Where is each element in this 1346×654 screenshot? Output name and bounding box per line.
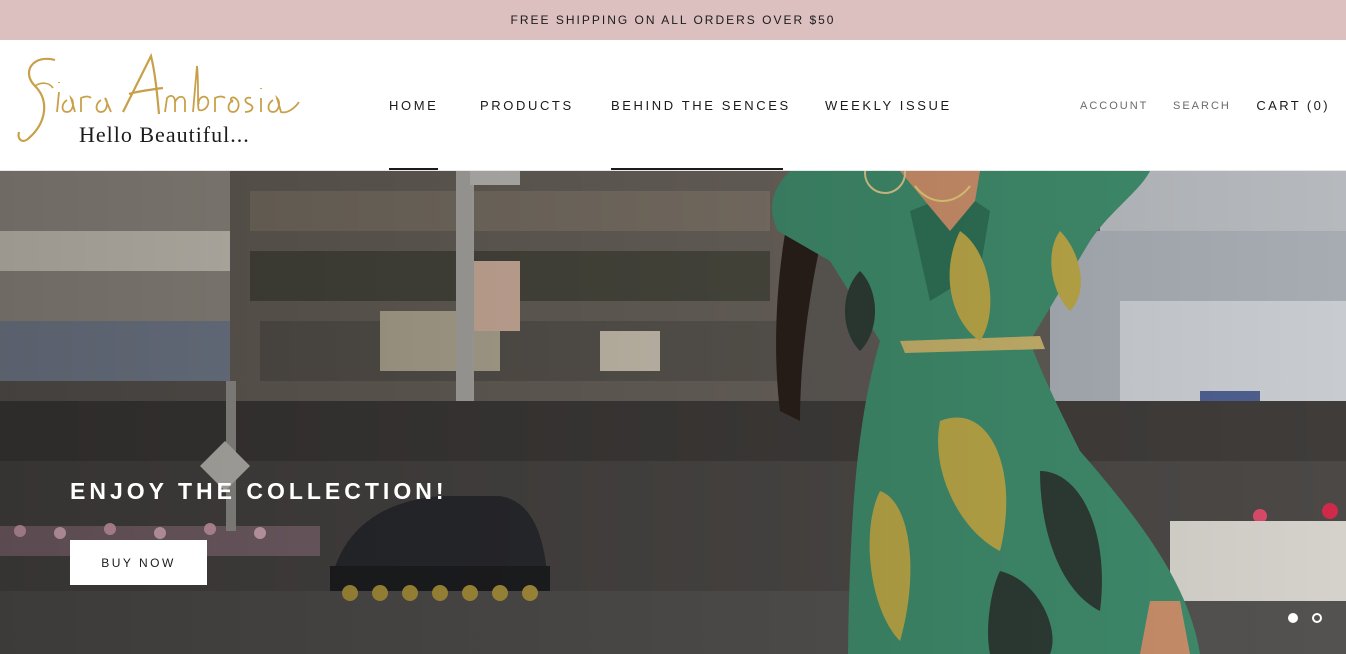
nav-hover-indicator [611,168,783,170]
site-header: Hello Beautiful... HOME PRODUCTS BEHIND … [0,40,1346,171]
announcement-bar: FREE SHIPPING ON ALL ORDERS OVER $50 [0,0,1346,40]
slide-dot-2[interactable] [1312,613,1322,623]
cart-link[interactable]: CART (0) [1256,98,1330,113]
hero-slideshow: ENJOY THE COLLECTION! BUY NOW [0,171,1346,654]
account-link[interactable]: ACCOUNT [1080,100,1148,112]
nav-item-weekly-issue[interactable]: WEEKLY ISSUE [825,98,952,113]
nav-active-indicator [389,168,438,170]
announcement-text: FREE SHIPPING ON ALL ORDERS OVER $50 [510,13,836,27]
buy-now-button[interactable]: BUY NOW [70,540,207,585]
search-link[interactable]: SEARCH [1173,100,1231,112]
slideshow-dots [1288,613,1322,623]
hero-title: ENJOY THE COLLECTION! [70,478,448,504]
nav-item-products[interactable]: PRODUCTS [480,98,574,113]
nav-item-behind-the-sences[interactable]: BEHIND THE SENCES [611,98,791,113]
nav-item-home[interactable]: HOME [389,98,438,113]
logo[interactable]: Hello Beautiful... [15,52,303,148]
slide-dot-1[interactable] [1288,613,1298,623]
logo-tagline: Hello Beautiful... [79,122,250,147]
